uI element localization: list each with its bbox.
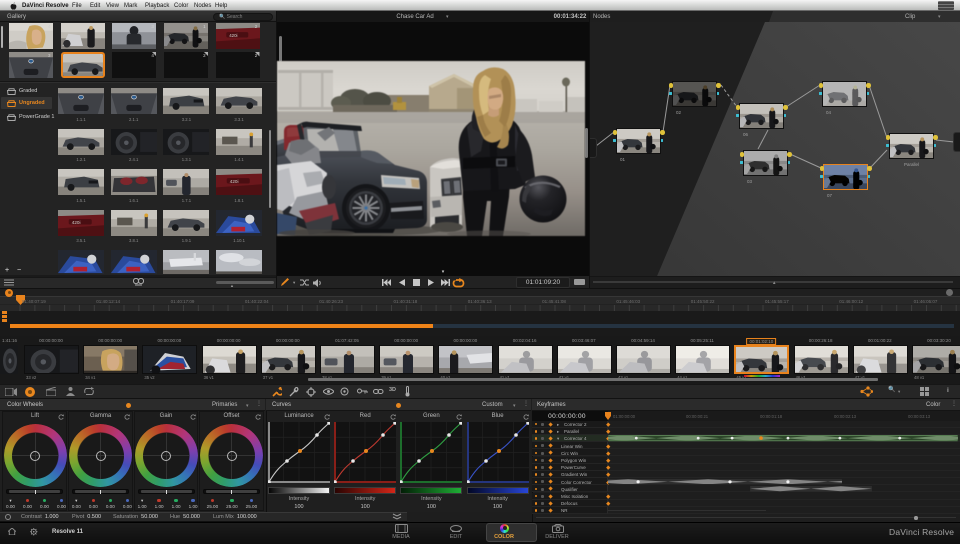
svg-text:420i: 420i xyxy=(230,179,239,184)
svg-text:420i: 420i xyxy=(229,33,237,38)
svg-text:420i: 420i xyxy=(72,219,81,224)
